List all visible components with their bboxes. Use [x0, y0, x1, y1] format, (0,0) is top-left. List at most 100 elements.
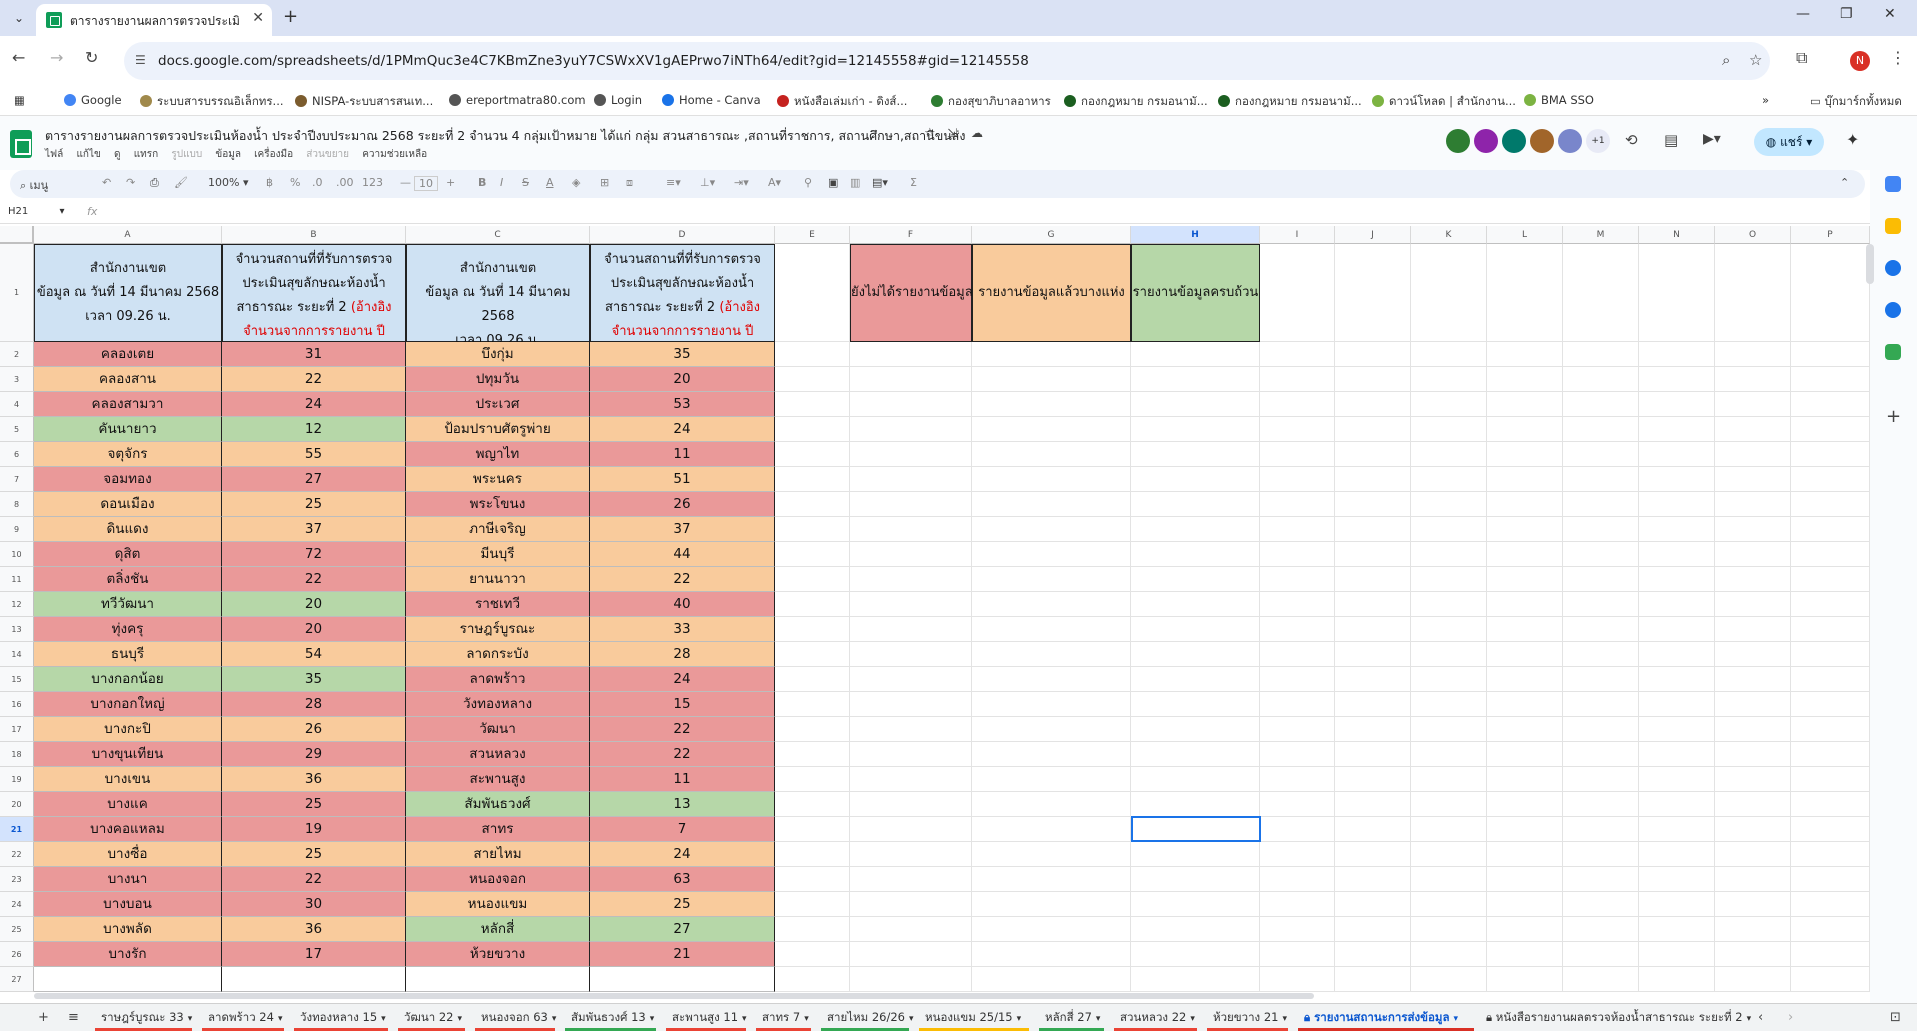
cell[interactable] [1335, 592, 1411, 617]
cell[interactable] [1715, 392, 1791, 417]
cell[interactable] [1487, 942, 1563, 967]
cell[interactable] [1563, 892, 1639, 917]
count-cell[interactable]: 22 [590, 567, 775, 592]
cell[interactable] [1639, 892, 1715, 917]
count-cell[interactable]: 37 [590, 517, 775, 542]
back-icon[interactable]: ← [12, 48, 25, 67]
cell[interactable] [1335, 767, 1411, 792]
cell[interactable] [1131, 642, 1260, 667]
cell[interactable] [1563, 917, 1639, 942]
paint-format-icon[interactable]: 🖌 [174, 176, 188, 189]
cell[interactable] [1791, 867, 1870, 892]
cell[interactable] [1639, 467, 1715, 492]
sheet-tab[interactable]: หนองแขม 25/15 ▾ [925, 1009, 1021, 1027]
sheet-tab[interactable]: สวนหลวง 22 ▾ [1120, 1009, 1195, 1027]
count-cell[interactable]: 27 [590, 917, 775, 942]
move-icon[interactable]: ⇲ [947, 126, 957, 140]
cell[interactable] [1715, 817, 1791, 842]
cell[interactable] [1487, 717, 1563, 742]
column-header[interactable]: E [775, 226, 850, 244]
merge-cells-icon[interactable]: ⧈ [626, 176, 633, 190]
district-cell[interactable]: ภาษีเจริญ [406, 517, 590, 542]
cell[interactable] [1335, 717, 1411, 742]
cell[interactable] [1131, 467, 1260, 492]
more-bookmarks-icon[interactable]: » [1762, 93, 1769, 107]
cell[interactable] [775, 492, 850, 517]
bookmark-item[interactable]: NISPA-ระบบสารสนเท... [295, 93, 433, 111]
cell[interactable] [775, 692, 850, 717]
cell[interactable] [1335, 842, 1411, 867]
count-cell[interactable]: 17 [222, 942, 406, 967]
district-cell[interactable]: บางขุนเทียน [34, 742, 222, 767]
cell[interactable] [1335, 417, 1411, 442]
district-cell[interactable]: สัมพันธวงศ์ [406, 792, 590, 817]
cell[interactable] [1791, 392, 1870, 417]
add-addon-icon[interactable]: + [1886, 406, 1901, 427]
cell[interactable] [1487, 492, 1563, 517]
undo-icon[interactable]: ↶ [102, 176, 111, 189]
menu-tools[interactable]: เครื่องมือ [254, 149, 293, 160]
cell[interactable] [1131, 842, 1260, 867]
cell[interactable] [1791, 442, 1870, 467]
count-cell[interactable]: 22 [222, 567, 406, 592]
cell[interactable] [1639, 367, 1715, 392]
menu-edit[interactable]: แก้ไข [76, 149, 100, 160]
district-cell[interactable]: ลาดพร้าว [406, 667, 590, 692]
cell[interactable] [1335, 792, 1411, 817]
menu-help[interactable]: ความช่วยเหลือ [362, 149, 427, 160]
cell[interactable] [1563, 567, 1639, 592]
district-cell[interactable]: บางซื่อ [34, 842, 222, 867]
cell[interactable] [1563, 667, 1639, 692]
cell[interactable] [1715, 842, 1791, 867]
count-cell[interactable]: 40 [590, 592, 775, 617]
cell[interactable] [850, 692, 972, 717]
extensions-icon[interactable]: ⧉ [1796, 48, 1807, 68]
browser-tab-active[interactable]: ตารางรายงานผลการตรวจประเมินห้อง ✕ [36, 4, 272, 36]
collaborator-avatar[interactable] [1474, 129, 1498, 153]
cell[interactable] [775, 567, 850, 592]
count-cell[interactable]: 24 [590, 417, 775, 442]
cell[interactable] [1487, 542, 1563, 567]
count-cell[interactable]: 11 [590, 442, 775, 467]
cell[interactable] [1487, 592, 1563, 617]
column-header[interactable]: D [590, 226, 775, 244]
cell[interactable] [1411, 592, 1487, 617]
menu-format[interactable]: รูปแบบ [171, 149, 202, 160]
row-header[interactable]: 18 [0, 742, 34, 767]
cell[interactable] [1791, 742, 1870, 767]
count-cell[interactable]: 13 [590, 792, 775, 817]
add-sheet-icon[interactable]: + [38, 1010, 49, 1025]
cell[interactable] [1791, 617, 1870, 642]
cell[interactable] [1411, 617, 1487, 642]
cell[interactable] [1260, 742, 1335, 767]
menu-data[interactable]: ข้อมูล [215, 149, 241, 160]
cell[interactable] [1260, 367, 1335, 392]
cell[interactable] [1131, 417, 1260, 442]
comment-icon[interactable]: ▣ [828, 176, 838, 189]
cell[interactable] [775, 742, 850, 767]
sheet-tab[interactable]: สัมพันธวงศ์ 13 ▾ [571, 1009, 654, 1027]
cell[interactable] [775, 767, 850, 792]
history-icon[interactable]: ⟲ [1625, 131, 1638, 149]
cell[interactable] [1639, 392, 1715, 417]
cell[interactable] [1563, 342, 1639, 367]
cell[interactable] [972, 867, 1131, 892]
cell[interactable] [850, 842, 972, 867]
cell[interactable] [1131, 742, 1260, 767]
cell[interactable] [1487, 667, 1563, 692]
cell[interactable] [850, 592, 972, 617]
cell[interactable] [1335, 367, 1411, 392]
cell[interactable] [1563, 392, 1639, 417]
collaborator-avatar[interactable] [1530, 129, 1554, 153]
calendar-icon[interactable] [1885, 176, 1901, 192]
cell[interactable] [972, 792, 1131, 817]
cell[interactable] [1487, 842, 1563, 867]
count-cell[interactable]: 36 [222, 767, 406, 792]
cell[interactable] [1563, 442, 1639, 467]
cell[interactable] [1639, 492, 1715, 517]
cell[interactable] [1639, 442, 1715, 467]
cell[interactable] [1260, 392, 1335, 417]
count-cell[interactable]: 26 [590, 492, 775, 517]
bookmark-item[interactable]: ดาวน์โหลด | สำนักงาน... [1372, 93, 1516, 111]
cell[interactable] [1487, 967, 1563, 992]
